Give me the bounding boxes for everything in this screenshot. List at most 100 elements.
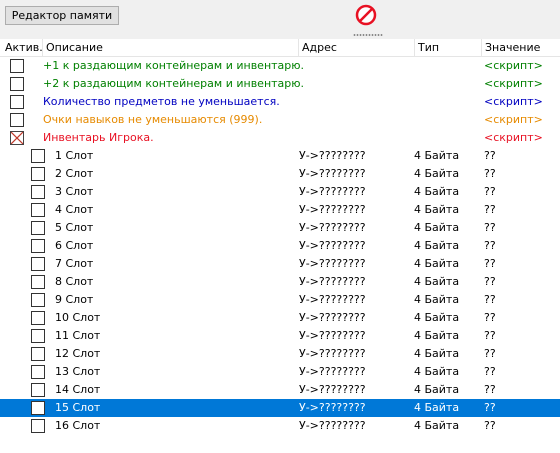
stop-button[interactable] [353,3,379,27]
table-row[interactable]: 16 Слот У->???????? 4 Байта?? [0,417,560,435]
slot-type: 4 Байта [414,185,460,198]
table-row[interactable]: 10 Слот У->???????? 4 Байта?? [0,309,560,327]
table-row[interactable]: 11 Слот У->???????? 4 Байта?? [0,327,560,345]
slot-address: У->???????? [299,293,366,306]
slot-checkbox[interactable] [31,149,45,163]
slot-type: 4 Байта [414,383,460,396]
table-header: Актив. Описание Адрес Тип Значение [0,39,560,57]
active-checkbox[interactable] [10,77,24,91]
script-row[interactable]: +1 к раздающим контейнерам и инвентарю. <… [0,57,560,75]
slot-checkbox[interactable] [31,383,45,397]
script-row[interactable]: Очки навыков не уменьшаются (999). <скрип… [0,111,560,129]
slot-description: 11 Слот [55,329,101,342]
slot-checkbox[interactable] [31,347,45,361]
slot-value: ?? [484,257,496,270]
toolbar: Редактор памяти [0,0,560,32]
slot-value: ?? [484,239,496,252]
slot-type: 4 Байта [414,257,460,270]
table-row[interactable]: 15 Слот У->???????? 4 Байта?? [0,399,560,417]
slot-description: 12 Слот [55,347,101,360]
slot-checkbox[interactable] [31,221,45,235]
slot-description: 5 Слот [55,221,94,234]
slot-type: 4 Байта [414,221,460,234]
script-value: <скрипт> [484,131,543,144]
table-row[interactable]: 5 Слот У->???????? 4 Байта?? [0,219,560,237]
slot-type: 4 Байта [414,311,460,324]
slot-address: У->???????? [299,383,366,396]
slot-value: ?? [484,329,496,342]
active-checkbox[interactable] [10,113,24,127]
column-active[interactable]: Актив. [2,39,44,56]
slot-checkbox[interactable] [31,311,45,325]
table-row[interactable]: 1 Слот У->???????? 4 Байта?? [0,147,560,165]
slot-description: 16 Слот [55,419,101,432]
slot-address: У->???????? [299,275,366,288]
active-checkbox[interactable] [10,131,24,145]
slot-checkbox[interactable] [31,167,45,181]
slot-address: У->???????? [299,257,366,270]
slot-address: У->???????? [299,239,366,252]
table-row[interactable]: 12 Слот У->???????? 4 Байта?? [0,345,560,363]
slot-checkbox[interactable] [31,239,45,253]
slot-type: 4 Байта [414,365,460,378]
slot-type: 4 Байта [414,203,460,216]
memory-editor-button[interactable]: Редактор памяти [5,6,119,25]
script-row[interactable]: +2 к раздающим контейнерам и инвентарю. <… [0,75,560,93]
script-value: <скрипт> [484,95,543,108]
table-row[interactable]: 6 Слот У->???????? 4 Байта?? [0,237,560,255]
table-row[interactable]: 2 Слот У->???????? 4 Байта?? [0,165,560,183]
slot-value: ?? [484,167,496,180]
script-value: <скрипт> [484,77,543,90]
script-description: +2 к раздающим контейнерам и инвентарю. [43,77,305,90]
script-description: +1 к раздающим контейнерам и инвентарю. [43,59,305,72]
slot-address: У->???????? [299,149,366,162]
slot-checkbox[interactable] [31,329,45,343]
slot-address: У->???????? [299,401,366,414]
column-description[interactable]: Описание [43,39,298,56]
slot-type: 4 Байта [414,149,460,162]
slot-type: 4 Байта [414,329,460,342]
table-row[interactable]: 14 Слот У->???????? 4 Байта?? [0,381,560,399]
slot-checkbox[interactable] [31,257,45,271]
slot-checkbox[interactable] [31,419,45,433]
slot-checkbox[interactable] [31,185,45,199]
column-address[interactable]: Адрес [299,39,414,56]
slot-type: 4 Байта [414,293,460,306]
slot-value: ?? [484,275,496,288]
table-row[interactable]: 4 Слот У->???????? 4 Байта?? [0,201,560,219]
slot-checkbox[interactable] [31,401,45,415]
table-row[interactable]: 8 Слот У->???????? 4 Байта?? [0,273,560,291]
slot-description: 10 Слот [55,311,101,324]
table-row[interactable]: 9 Слот У->???????? 4 Байта?? [0,291,560,309]
slot-description: 4 Слот [55,203,94,216]
slot-checkbox[interactable] [31,203,45,217]
column-type[interactable]: Тип [415,39,481,56]
slot-description: 14 Слот [55,383,101,396]
slot-value: ?? [484,149,496,162]
table-row[interactable]: 13 Слот У->???????? 4 Байта?? [0,363,560,381]
slot-description: 9 Слот [55,293,94,306]
script-row[interactable]: Инвентарь Игрока. <скрипт> [0,129,560,147]
slot-value: ?? [484,185,496,198]
slot-type: 4 Байта [414,401,460,414]
splitter-grip[interactable] [353,34,383,36]
slot-checkbox[interactable] [31,365,45,379]
table-row[interactable]: 3 Слот У->???????? 4 Байта?? [0,183,560,201]
splitter[interactable] [0,32,560,39]
slot-value: ?? [484,401,496,414]
cheat-table-list: +1 к раздающим контейнерам и инвентарю. <… [0,57,560,435]
column-value[interactable]: Значение [482,39,560,56]
slot-description: 15 Слот [55,401,101,414]
script-row[interactable]: Количество предметов не уменьшается. <скр… [0,93,560,111]
slot-value: ?? [484,347,496,360]
table-row[interactable]: 7 Слот У->???????? 4 Байта?? [0,255,560,273]
slot-value: ?? [484,383,496,396]
slot-description: 2 Слот [55,167,94,180]
script-value: <скрипт> [484,59,543,72]
active-checkbox[interactable] [10,95,24,109]
slot-checkbox[interactable] [31,275,45,289]
active-checkbox[interactable] [10,59,24,73]
slot-type: 4 Байта [414,239,460,252]
slot-checkbox[interactable] [31,293,45,307]
slot-address: У->???????? [299,167,366,180]
